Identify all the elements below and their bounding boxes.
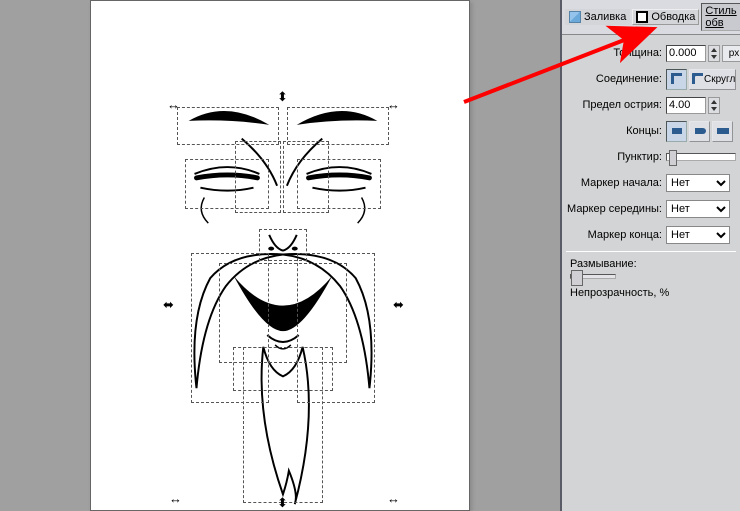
selection-box bbox=[177, 107, 279, 145]
scale-handle-s[interactable]: ⬍ bbox=[277, 499, 287, 509]
scale-handle-se[interactable]: ↔ bbox=[387, 495, 397, 505]
blur-slider[interactable] bbox=[570, 274, 616, 279]
join-round-button[interactable]: Скругл bbox=[689, 69, 736, 90]
selection-box bbox=[235, 141, 281, 213]
label-dash: Пунктир: bbox=[566, 151, 666, 163]
scale-handle-w[interactable]: ⬌ bbox=[163, 301, 173, 311]
label-opacity: Непрозрачность, % bbox=[566, 285, 736, 301]
stroke-width-input[interactable] bbox=[666, 45, 706, 62]
miter-limit-spinner[interactable] bbox=[708, 97, 720, 114]
canvas-viewport[interactable]: ↔ ⬍ ↔ ⬌ ⬌ ↔ ⬍ ↔ bbox=[0, 0, 560, 511]
canvas-page[interactable]: ↔ ⬍ ↔ ⬌ ⬌ ↔ ⬍ ↔ bbox=[90, 0, 470, 511]
label-miter: Предел острия: bbox=[566, 99, 666, 111]
dash-offset-slider[interactable] bbox=[666, 153, 736, 161]
tab-style-label: Стиль обв bbox=[705, 5, 736, 29]
scale-handle-e[interactable]: ⬌ bbox=[393, 301, 403, 311]
scale-handle-n[interactable]: ⬍ bbox=[277, 93, 287, 103]
scale-handle-sw[interactable]: ↔ bbox=[169, 495, 179, 505]
tab-stroke-paint[interactable]: Обводка bbox=[632, 9, 699, 25]
tab-stroke-style[interactable]: Стиль обв bbox=[701, 3, 740, 31]
fill-swatch-icon bbox=[569, 11, 581, 23]
selection-box bbox=[283, 141, 329, 213]
label-marker-mid: Маркер середины: bbox=[566, 203, 666, 215]
label-join: Соединение: bbox=[566, 73, 666, 85]
selection-box bbox=[287, 107, 389, 145]
marker-mid-select[interactable]: Нет bbox=[666, 200, 730, 218]
label-blur: Размывание: bbox=[566, 256, 736, 272]
marker-start-select[interactable]: Нет bbox=[666, 174, 730, 192]
tab-fill[interactable]: Заливка bbox=[565, 9, 630, 25]
join-miter-button[interactable] bbox=[666, 69, 687, 90]
label-stroke-width: Толщина: bbox=[566, 47, 666, 59]
label-marker-start: Маркер начала: bbox=[566, 177, 666, 189]
scale-handle-nw[interactable]: ↔ bbox=[167, 101, 177, 111]
marker-end-select[interactable]: Нет bbox=[666, 226, 730, 244]
stroke-width-unit[interactable]: px bbox=[722, 45, 740, 62]
label-marker-end: Маркер конца: bbox=[566, 229, 666, 241]
tab-stroke-label: Обводка bbox=[651, 11, 695, 23]
cap-butt-button[interactable] bbox=[666, 121, 687, 142]
miter-limit-input[interactable] bbox=[666, 97, 706, 114]
stroke-width-spinner[interactable] bbox=[708, 45, 720, 62]
tab-fill-label: Заливка bbox=[584, 11, 626, 23]
cap-round-button[interactable] bbox=[689, 121, 710, 142]
cap-square-button[interactable] bbox=[712, 121, 733, 142]
stroke-swatch-icon bbox=[636, 11, 648, 23]
join-round-label: Скругл bbox=[704, 74, 735, 85]
selection-box bbox=[243, 347, 323, 503]
label-caps: Концы: bbox=[566, 125, 666, 137]
scale-handle-ne[interactable]: ↔ bbox=[387, 101, 397, 111]
fill-stroke-panel: Заливка Обводка Стиль обв Толщина: px bbox=[560, 0, 740, 511]
